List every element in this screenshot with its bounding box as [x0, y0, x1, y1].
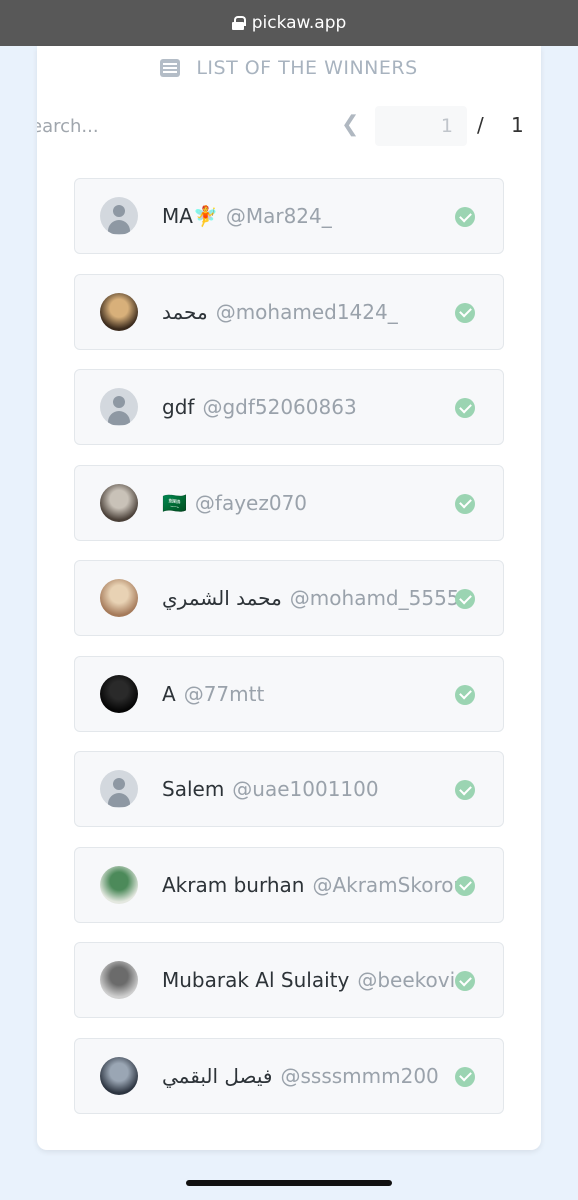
lock-icon — [231, 16, 246, 30]
list-item[interactable]: gdf @gdf52060863 — [74, 369, 504, 445]
url-text: pickaw.app — [251, 13, 347, 33]
avatar — [100, 483, 138, 522]
list-item[interactable]: Mubarak Al Sulaity @beekovic — [74, 942, 504, 1018]
avatar — [100, 674, 138, 713]
list-item[interactable]: Akram burhan @AkramSkorou — [74, 846, 504, 923]
avatar — [100, 579, 138, 617]
list-item[interactable]: 🇸🇦 @fayez070 — [74, 464, 504, 541]
winner-handle: @77mtt — [183, 681, 265, 706]
check-icon — [455, 875, 475, 896]
avatar — [100, 961, 138, 999]
winner-name: MA🧚 — [162, 204, 218, 228]
winner-handle: @mohamd_5555 — [289, 586, 460, 610]
check-icon — [455, 302, 475, 323]
check-icon — [455, 1066, 475, 1087]
winner-handle: @ssssmmm200 — [280, 1063, 439, 1088]
avatar — [100, 388, 138, 426]
avatar — [100, 197, 138, 235]
winner-handle: @beekovic — [357, 968, 467, 992]
winner-handle: @AkramSkorou — [312, 872, 467, 897]
list-icon — [160, 59, 181, 77]
winner-name: A — [162, 681, 176, 706]
list-item[interactable]: MA🧚 @Mar824_ — [74, 178, 504, 254]
home-indicator — [186, 1180, 392, 1186]
list-item[interactable]: A @77mtt — [74, 655, 504, 732]
winners-card: LIST OF THE WINNERS ❮ 1 / 1 MA🧚 @Mar824_ … — [37, 46, 541, 1150]
list-item[interactable]: فيصل البقمي @ssssmmm200 — [74, 1037, 504, 1114]
search-input[interactable] — [37, 114, 231, 138]
page-number-input[interactable]: 1 — [375, 106, 467, 146]
check-icon — [455, 493, 475, 514]
winner-name: فيصل البقمي — [162, 1063, 273, 1088]
page-total: 1 — [511, 113, 524, 137]
check-icon — [455, 398, 475, 418]
check-icon — [455, 684, 475, 705]
avatar — [100, 1056, 138, 1095]
winner-name: gdf — [162, 395, 195, 419]
check-icon — [455, 589, 475, 609]
winner-name: Akram burhan — [162, 872, 305, 897]
winner-handle: @uae1001100 — [232, 777, 379, 801]
page-title: LIST OF THE WINNERS — [196, 57, 418, 79]
winner-name: محمد — [162, 299, 208, 324]
page-separator: / — [477, 113, 484, 137]
winner-name: 🇸🇦 — [162, 490, 187, 515]
check-icon — [455, 207, 475, 227]
avatar — [100, 865, 138, 904]
winner-name: محمد الشمري — [162, 586, 282, 610]
winner-handle: @fayez070 — [194, 490, 308, 515]
list-item[interactable]: Salem @uae1001100 — [74, 751, 504, 827]
check-icon — [455, 780, 475, 800]
winners-list: MA🧚 @Mar824_ محمد @mohamed1424_ gdf @gdf520… — [74, 178, 504, 1133]
winners-heading: LIST OF THE WINNERS — [37, 56, 541, 80]
winner-name: Mubarak Al Sulaity — [162, 968, 350, 992]
avatar — [100, 770, 138, 808]
browser-url-bar[interactable]: pickaw.app — [0, 0, 578, 46]
check-icon — [455, 971, 475, 991]
avatar — [100, 292, 138, 331]
chevron-left-icon[interactable]: ❮ — [341, 112, 359, 137]
list-item[interactable]: محمد الشمري @mohamd_5555 — [74, 560, 504, 636]
winner-name: Salem — [162, 777, 225, 801]
winner-handle: @mohamed1424_ — [215, 299, 398, 324]
winner-handle: @Mar824_ — [225, 204, 332, 228]
winner-handle: @gdf52060863 — [202, 395, 357, 419]
list-item[interactable]: محمد @mohamed1424_ — [74, 273, 504, 350]
